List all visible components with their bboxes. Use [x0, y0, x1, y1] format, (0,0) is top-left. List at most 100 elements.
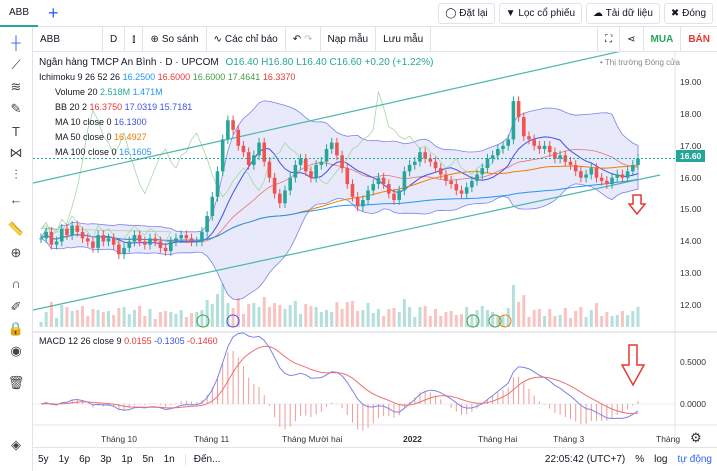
time-tick: 2022 [403, 434, 422, 444]
volume-bar [600, 316, 604, 327]
reset-button[interactable]: ◯ Đặt lại [438, 3, 495, 24]
stock-filter-button[interactable]: ▼ Lọc cổ phiếu [498, 3, 583, 24]
chart-type-candle-icon[interactable]: ⫾ [125, 26, 144, 52]
zoom-in-icon[interactable]: ⊕ [6, 243, 26, 263]
load-template-button[interactable]: Nạp mẫu [321, 26, 377, 52]
ma10-label: MA 10 close 0 [55, 117, 112, 127]
annotation-up-arrow [627, 194, 647, 216]
save-template-button[interactable]: Lưu mẫu [376, 26, 432, 52]
auto-scale-toggle[interactable]: tự động [678, 454, 713, 465]
back-arrow-icon[interactable]: ← [6, 189, 26, 209]
volume-bar [382, 316, 386, 327]
lock-icon[interactable]: 🔒 [6, 319, 26, 339]
candle-body [579, 171, 583, 178]
candle-body [521, 117, 526, 137]
candle-body [309, 171, 313, 178]
indicators-icon: ∿ [213, 33, 222, 45]
log-toggle[interactable]: log [654, 454, 667, 465]
undo-icon[interactable]: ↶ [293, 34, 301, 45]
magnet-icon[interactable]: ∩ [6, 273, 26, 293]
volume-bar [210, 304, 214, 327]
range-1y[interactable]: 1y [59, 454, 70, 465]
lock-draw-icon[interactable]: ✐ [6, 297, 26, 317]
candle-body [355, 196, 360, 207]
v: 16.1605 [119, 147, 152, 157]
indicators-button[interactable]: ∿ Các chỉ báo [207, 26, 286, 52]
macd-tick: 0.5000 [680, 357, 706, 367]
candle-body [402, 171, 407, 191]
range-1d[interactable]: 1n [164, 454, 175, 465]
candle-body [137, 235, 142, 242]
text-icon[interactable]: T [6, 121, 26, 141]
candle-body [298, 158, 303, 165]
volume-bar [563, 308, 567, 327]
volume-bar [132, 310, 136, 327]
candle-body [397, 190, 401, 201]
candle-body [319, 161, 324, 165]
volume-bar [485, 310, 489, 327]
percent-toggle[interactable]: % [635, 454, 644, 465]
trash-icon[interactable]: 🗑 [6, 373, 26, 393]
buy-button[interactable]: MUA [644, 26, 682, 52]
volume-bar [376, 309, 380, 327]
redo-icon[interactable]: ↷ [304, 34, 312, 45]
brush-icon[interactable]: ✎ [6, 99, 26, 119]
volume-bar [335, 302, 339, 327]
candle-body [464, 187, 469, 194]
goto-date-button[interactable]: Đến... [184, 454, 220, 465]
pattern-icon[interactable]: ⋈ [6, 143, 26, 163]
candle-body [350, 184, 355, 197]
range-5d[interactable]: 5n [143, 454, 154, 465]
volume-bar [65, 307, 69, 327]
close-button[interactable]: ✖ Đóng [663, 3, 713, 24]
trendline-icon[interactable]: ⟋ [6, 55, 26, 75]
candle-body [589, 168, 594, 175]
candle-body [80, 231, 85, 239]
symbol-search[interactable]: ABB [33, 26, 103, 52]
ichimoku-legend: Ichimoku 9 26 52 26 16.2500 16.6000 16.6… [39, 72, 295, 82]
volume-bar [293, 301, 297, 327]
candle-body [272, 177, 277, 194]
candle-body [303, 158, 308, 172]
volume-bar [55, 318, 59, 327]
share-icon[interactable]: ⋖ [620, 26, 644, 52]
macd-label: MACD 12 26 close 9 [39, 336, 122, 346]
tab-abb[interactable]: ABB [0, 0, 38, 27]
sell-button[interactable]: BÁN [681, 27, 717, 52]
volume-bar [574, 311, 578, 327]
volume-bar [631, 311, 635, 327]
crosshair-icon[interactable]: ┼ [6, 32, 26, 52]
range-6m[interactable]: 6p [79, 454, 90, 465]
volume-bar [101, 312, 105, 327]
layers-icon[interactable]: ◈ [6, 435, 26, 455]
eye-icon[interactable]: ◉ [6, 341, 26, 361]
volume-bar [247, 304, 251, 327]
candle-body [412, 161, 417, 165]
volume-bar [60, 305, 64, 327]
range-3m[interactable]: 3p [100, 454, 111, 465]
settings-gear-icon[interactable]: ⚙ [690, 430, 702, 446]
add-tab-icon[interactable]: + [48, 3, 59, 24]
fib-icon[interactable]: ≋ [6, 77, 26, 97]
candle-body [231, 120, 235, 130]
range-5y[interactable]: 5y [38, 454, 49, 465]
fullscreen-icon[interactable]: ⛶ [597, 26, 621, 52]
compare-button[interactable]: ⊕ So sánh [143, 26, 207, 52]
volume-bar [190, 313, 194, 327]
candle-body [163, 247, 168, 252]
candle-body [625, 171, 630, 178]
volume-bar [428, 316, 432, 327]
interval-button[interactable]: D [103, 26, 126, 52]
volume-bar [402, 299, 406, 327]
ruler-icon[interactable]: 📏 [6, 219, 26, 239]
range-1m[interactable]: 1p [121, 454, 132, 465]
volume-bar [439, 316, 443, 327]
volume-bar [75, 310, 79, 327]
undo-redo[interactable]: ↶ ↷ [286, 26, 321, 52]
prediction-icon[interactable]: ⫶ [6, 165, 26, 185]
volume-bar [413, 317, 417, 327]
download-data-button[interactable]: ☁ Tải dữ liệu [586, 3, 660, 24]
close-label: Đóng [682, 8, 706, 19]
candle-body [96, 235, 100, 248]
volume-bar [257, 307, 261, 327]
